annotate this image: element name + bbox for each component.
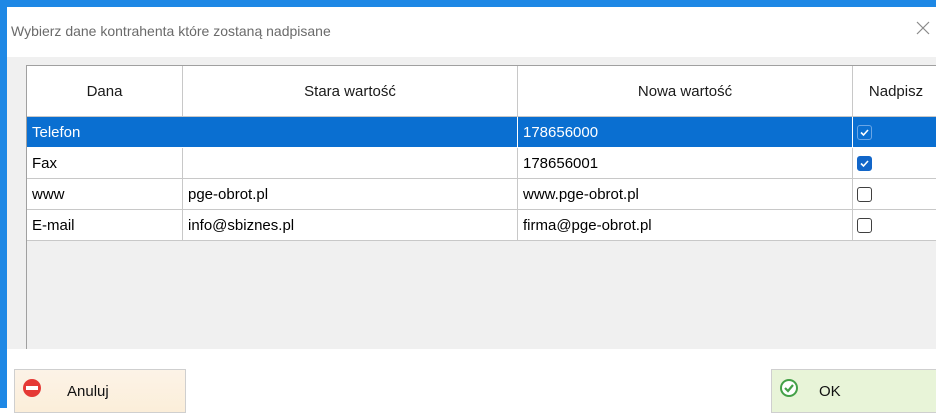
no-entry-icon	[21, 377, 43, 399]
column-header-dana[interactable]: Dana	[27, 66, 183, 117]
cancel-button-label: Anuluj	[67, 383, 109, 400]
nadpisz-checkbox[interactable]	[857, 125, 872, 140]
table-row[interactable]: Fax 178656001	[27, 148, 936, 179]
cell-nadpisz[interactable]	[853, 210, 936, 241]
nadpisz-checkbox[interactable]	[857, 156, 872, 171]
column-header-stara-wartosc[interactable]: Stara wartość	[183, 66, 518, 117]
nadpisz-checkbox[interactable]	[857, 218, 872, 233]
cell-nowa-wartosc[interactable]: 178656000	[518, 117, 853, 148]
table-row[interactable]: wwwpge-obrot.plwww.pge-obrot.pl	[27, 179, 936, 210]
ok-button-label: OK	[819, 383, 841, 400]
cell-dana[interactable]: Fax	[27, 148, 183, 179]
cell-stara-wartosc[interactable]	[183, 117, 518, 148]
table-row[interactable]: E-mailinfo@sbiznes.plfirma@pge-obrot.pl	[27, 210, 936, 241]
cell-dana[interactable]: E-mail	[27, 210, 183, 241]
window-title: Wybierz dane kontrahenta które zostaną n…	[11, 23, 331, 39]
data-grid: Dana Stara wartość Nowa wartość Nadpisz …	[26, 65, 936, 352]
title-bar: Wybierz dane kontrahenta które zostaną n…	[7, 7, 936, 57]
cell-nadpisz[interactable]	[853, 179, 936, 210]
dialog-footer: Anuluj OK	[7, 349, 936, 408]
cell-nowa-wartosc[interactable]: 178656001	[518, 148, 853, 179]
cell-stara-wartosc[interactable]: pge-obrot.pl	[183, 179, 518, 210]
data-grid-table: Dana Stara wartość Nowa wartość Nadpisz …	[27, 66, 936, 241]
header-row: Dana Stara wartość Nowa wartość Nadpisz	[27, 66, 936, 117]
cell-nowa-wartosc[interactable]: firma@pge-obrot.pl	[518, 210, 853, 241]
close-icon[interactable]	[916, 21, 936, 41]
table-row[interactable]: Telefon 178656000	[27, 117, 936, 148]
nadpisz-checkbox[interactable]	[857, 187, 872, 202]
cell-dana[interactable]: www	[27, 179, 183, 210]
cell-nowa-wartosc[interactable]: www.pge-obrot.pl	[518, 179, 853, 210]
ok-button[interactable]: OK	[771, 369, 936, 413]
check-circle-icon	[778, 377, 800, 399]
cell-nadpisz[interactable]	[853, 117, 936, 148]
dialog-content: Dana Stara wartość Nowa wartość Nadpisz …	[7, 57, 936, 349]
column-header-nadpisz[interactable]: Nadpisz	[853, 66, 936, 117]
cancel-button[interactable]: Anuluj	[14, 369, 186, 413]
cell-stara-wartosc[interactable]: info@sbiznes.pl	[183, 210, 518, 241]
cell-nadpisz[interactable]	[853, 148, 936, 179]
column-header-nowa-wartosc[interactable]: Nowa wartość	[518, 66, 853, 117]
cell-stara-wartosc[interactable]	[183, 148, 518, 179]
cell-dana[interactable]: Telefon	[27, 117, 183, 148]
